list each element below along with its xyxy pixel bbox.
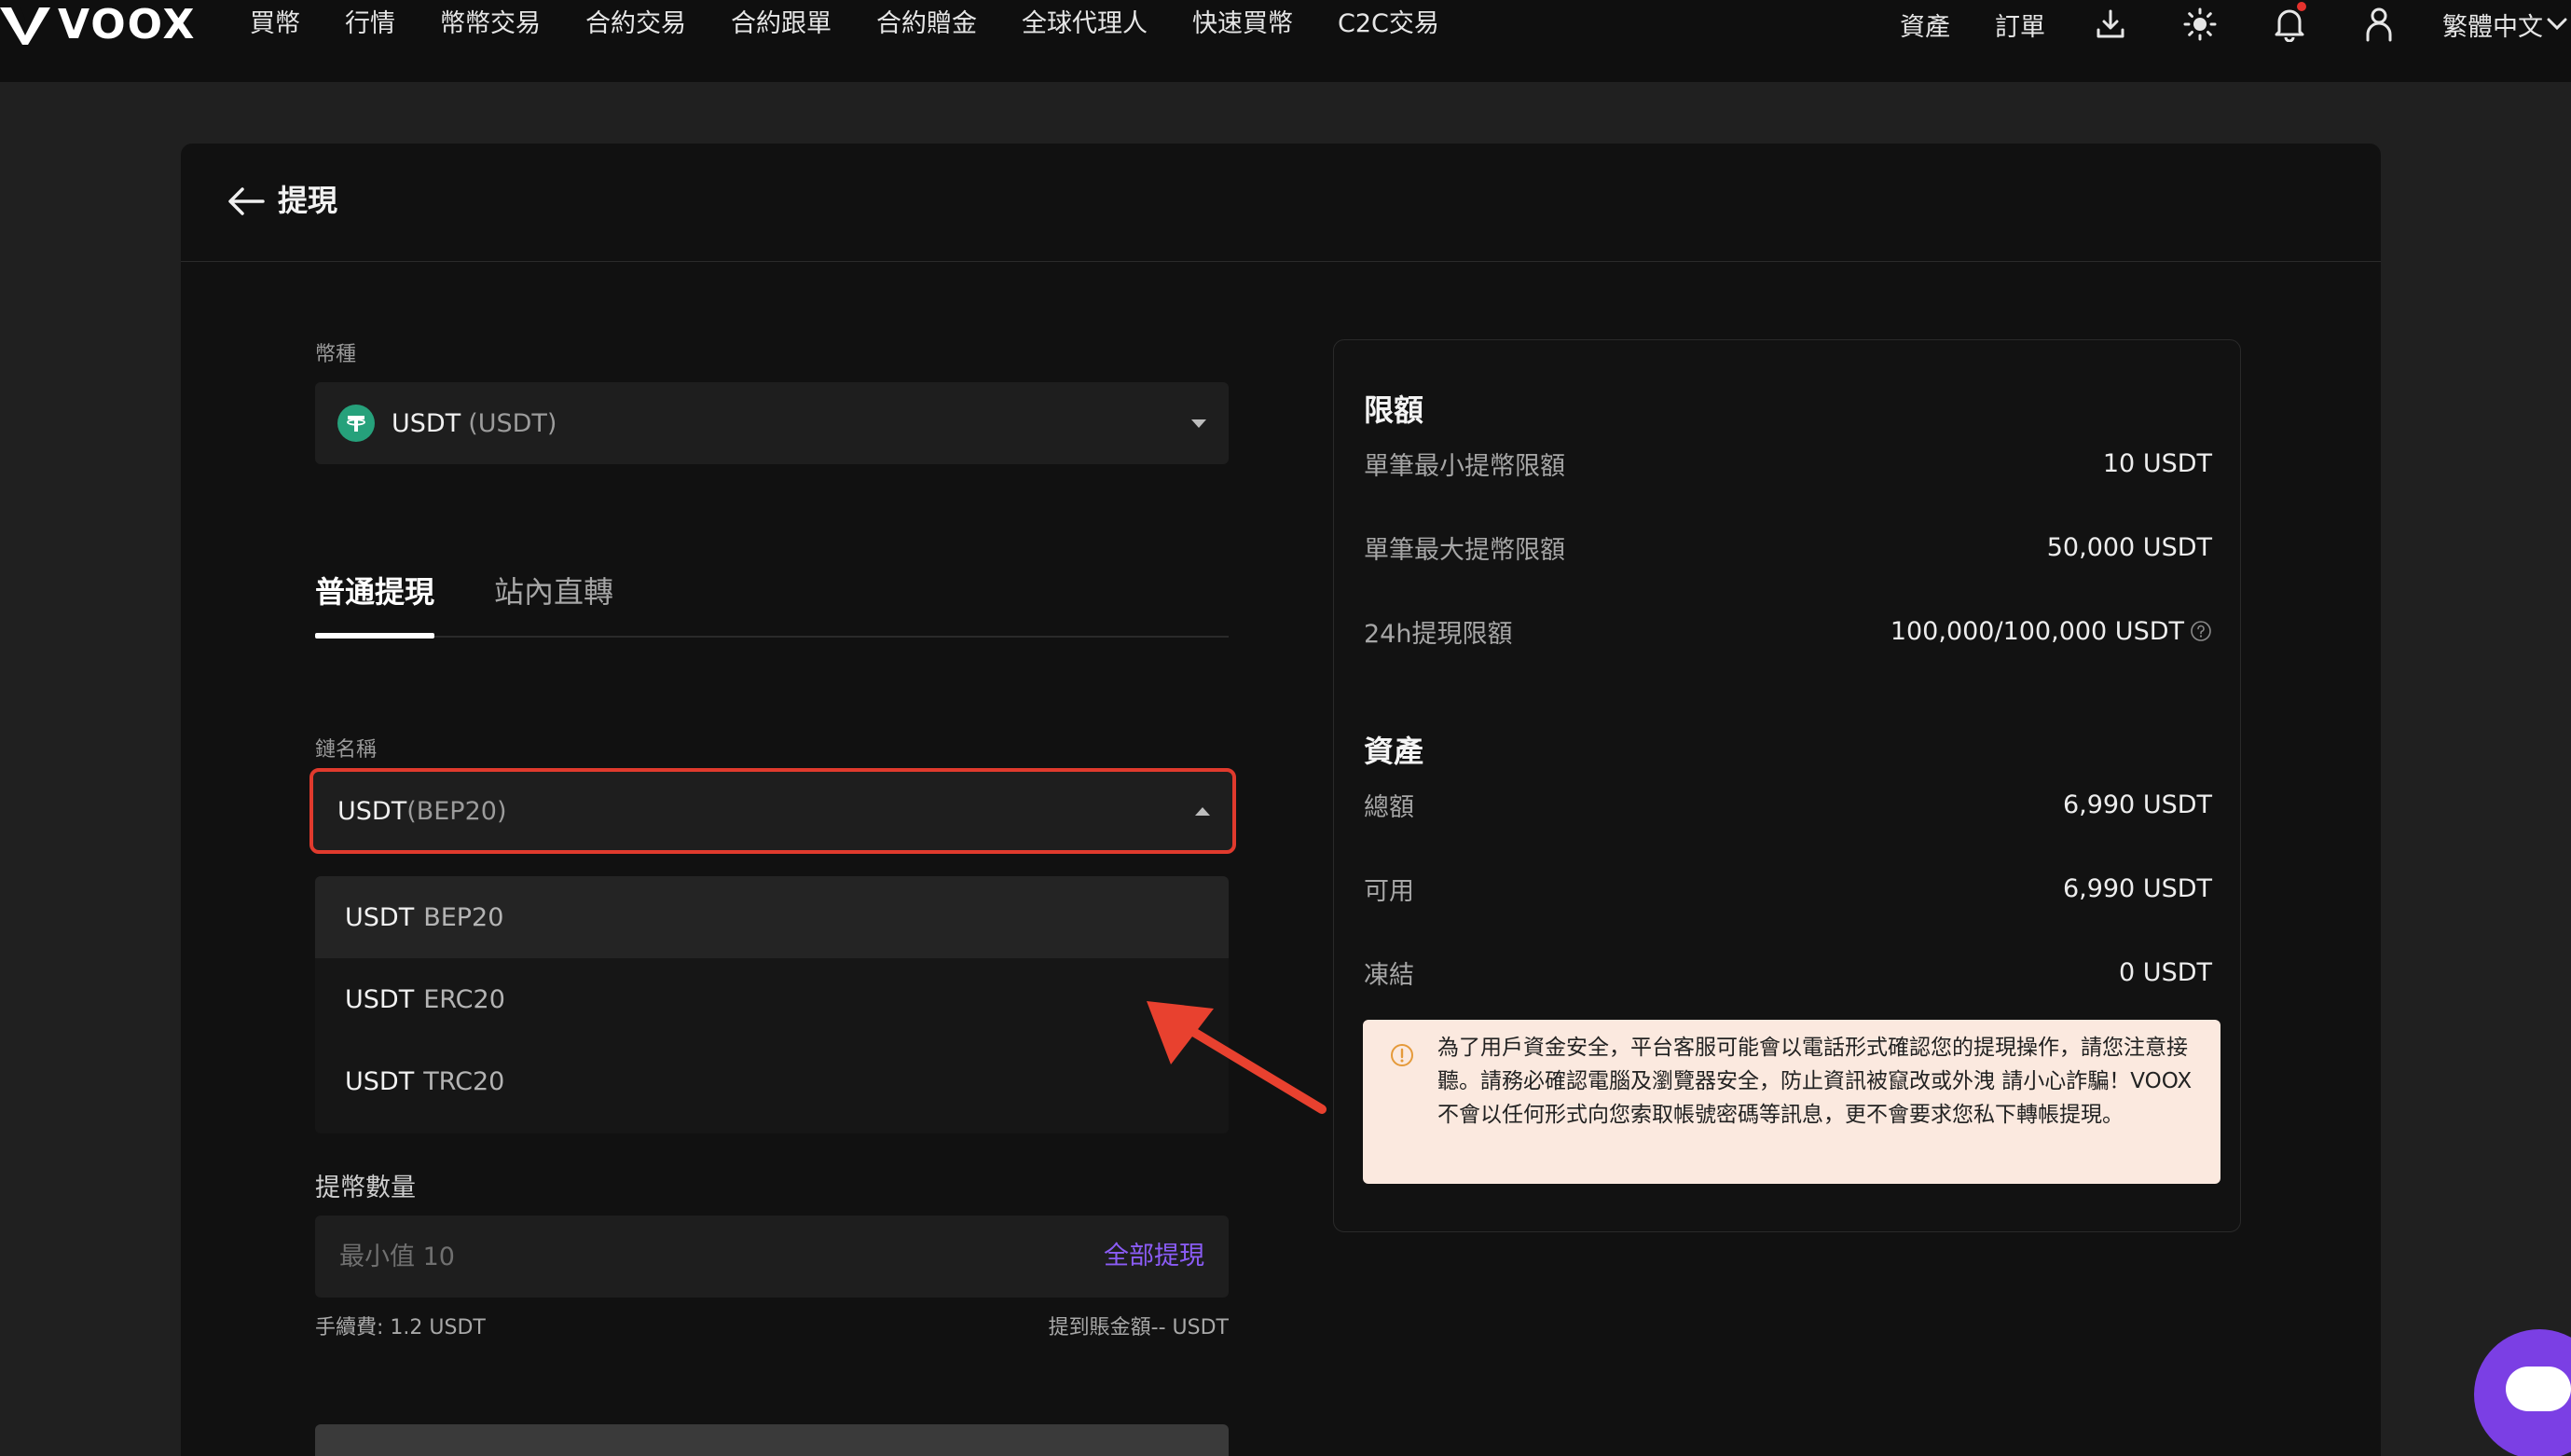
nav-spot-trading[interactable]: 幣幣交易 (440, 0, 541, 48)
limit-value-text: 100,000/100,000 USDT (1890, 616, 2184, 646)
limit-value: 10 USDT (2102, 448, 2212, 478)
chain-option-erc20[interactable]: USDT ERC20 (315, 958, 1229, 1040)
tab-internal-transfer[interactable]: 站內直轉 (494, 569, 613, 615)
limit-label: 單筆最小提幣限額 (1364, 451, 1565, 481)
limit-value: 100,000/100,000 USDT (1890, 617, 2212, 646)
assets-title: 資產 (1364, 734, 1424, 769)
chain-select-value: USDT (337, 796, 407, 826)
language-selector[interactable]: 繁體中文 (2442, 7, 2543, 43)
asset-value: 6,990 USDT (2062, 790, 2212, 819)
asset-row-total: 總額 6,990 USDT (1364, 786, 2212, 823)
back-arrow-icon[interactable] (226, 181, 267, 222)
page-title: 提現 (278, 183, 338, 218)
nav-assets[interactable]: 資產 (1900, 7, 1950, 43)
theme-toggle-icon[interactable] (2181, 6, 2219, 43)
chain-option-coin: USDT (345, 984, 415, 1014)
coin-select[interactable]: USDT (USDT) (315, 382, 1229, 464)
nav-c2c[interactable]: C2C交易 (1338, 0, 1439, 48)
caret-down-icon (1191, 419, 1206, 428)
chain-option-coin: USDT (345, 902, 415, 932)
main-menu: 買幣 行情 幣幣交易 合約交易 合約跟單 合約贈金 全球代理人 快速買幣 C2C… (250, 0, 1484, 48)
chain-option-network: BEP20 (423, 902, 504, 932)
asset-value: 0 USDT (2119, 957, 2212, 987)
chain-select[interactable]: USDT (BEP20) (309, 768, 1236, 854)
coin-label: 幣種 (315, 343, 357, 366)
asset-label: 凍結 (1364, 960, 1414, 990)
chain-option-coin: USDT (345, 1066, 415, 1096)
security-notice: 為了用戶資金安全，平台客服可能會以電話形式確認您的提現操作，請您注意接聽。請務必… (1363, 1020, 2220, 1184)
limit-label: 24h提現限額 (1364, 619, 1513, 649)
tab-active-indicator (315, 633, 434, 639)
chain-option-network: ERC20 (423, 984, 505, 1014)
info-icon (1391, 1044, 1413, 1066)
question-mark-icon[interactable] (2190, 620, 2212, 642)
nav-quick-buy[interactable]: 快速買幣 (1192, 0, 1293, 48)
amount-label: 提幣數量 (315, 1174, 416, 1202)
chevron-down-icon[interactable] (2543, 6, 2571, 43)
amount-input[interactable] (315, 1216, 1061, 1298)
voox-logo-icon (0, 7, 50, 45)
chain-option-bep20[interactable]: USDT BEP20 (315, 876, 1229, 958)
withdraw-tabs: 普通提現 站內直轉 (315, 569, 1229, 639)
nav-copy-trading[interactable]: 合約跟單 (731, 0, 832, 48)
limit-row-24h: 24h提現限額 100,000/100,000 USDT (1364, 612, 2212, 650)
chain-option-network: TRC20 (423, 1066, 505, 1096)
limit-value: 50,000 USDT (2046, 532, 2212, 562)
security-notice-text: 為了用戶資金安全，平台客服可能會以電話形式確認您的提現操作，請您注意接聽。請務必… (1437, 1036, 2193, 1127)
submit-button[interactable] (315, 1424, 1229, 1456)
download-icon[interactable] (2092, 6, 2129, 43)
amount-field: 全部提現 (315, 1216, 1229, 1298)
limit-row-max: 單筆最大提幣限額 50,000 USDT (1364, 529, 2212, 566)
nav-buy-coin[interactable]: 買幣 (250, 0, 300, 48)
chain-select-sub: (BEP20) (406, 796, 507, 826)
fee-text: 手續費: 1.2 USDT (315, 1316, 486, 1339)
notification-dot (2297, 2, 2306, 11)
nav-futures-trading[interactable]: 合約交易 (585, 0, 686, 48)
brand-name: VOOX (58, 1, 197, 48)
brand-logo[interactable]: VOOX (0, 4, 196, 47)
receive-amount-text: 提到賬金額-- USDT (1048, 1316, 1229, 1339)
caret-up-icon (1195, 806, 1210, 816)
user-profile-icon[interactable] (2360, 6, 2398, 43)
tether-icon (337, 405, 375, 442)
chain-option-trc20[interactable]: USDT TRC20 (315, 1040, 1229, 1122)
chain-dropdown: USDT BEP20 USDT ERC20 USDT TRC20 (315, 876, 1229, 1133)
annotation-arrow-icon (1147, 1001, 1327, 1114)
support-chat-button[interactable] (2474, 1329, 2571, 1456)
card-header: 提現 (181, 144, 2381, 262)
asset-label: 總額 (1364, 792, 1414, 822)
nav-markets[interactable]: 行情 (345, 0, 395, 48)
nav-futures-bonus[interactable]: 合約贈金 (876, 0, 977, 48)
nav-global-agent[interactable]: 全球代理人 (1022, 0, 1148, 48)
limit-label: 單筆最大提幣限額 (1364, 535, 1565, 565)
withdraw-card: 提現 幣種 USDT (USDT) 普通提現 站內直轉 鏈名稱 USDT (BE… (181, 144, 2381, 1456)
chat-bubble-icon (2506, 1367, 2571, 1411)
notification-bell-icon[interactable] (2271, 2, 2308, 43)
limit-row-min: 單筆最小提幣限額 10 USDT (1364, 445, 2212, 482)
asset-row-frozen: 凍結 0 USDT (1364, 954, 2212, 991)
top-nav: VOOX 買幣 行情 幣幣交易 合約交易 合約跟單 合約贈金 全球代理人 快速買… (0, 0, 2571, 82)
nav-right: 資產 訂單 繁體中文 (1900, 0, 2571, 48)
asset-label: 可用 (1364, 876, 1414, 906)
nav-orders[interactable]: 訂單 (1995, 7, 2045, 43)
asset-value: 6,990 USDT (2062, 873, 2212, 903)
limits-title: 限額 (1364, 392, 1424, 428)
coin-select-value: USDT (392, 408, 461, 438)
chain-label: 鏈名稱 (315, 738, 378, 762)
coin-select-sub: (USDT) (468, 408, 557, 438)
asset-row-available: 可用 6,990 USDT (1364, 870, 2212, 907)
tab-normal-withdraw[interactable]: 普通提現 (315, 569, 434, 615)
withdraw-all-button[interactable]: 全部提現 (1104, 1216, 1204, 1298)
